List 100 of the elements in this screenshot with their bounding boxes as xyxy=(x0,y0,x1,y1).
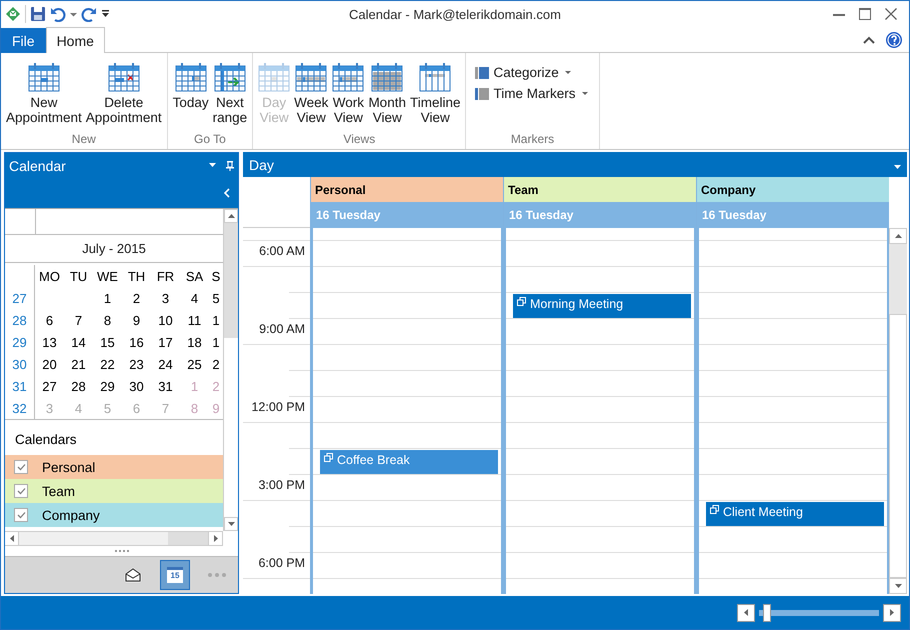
checkbox[interactable] xyxy=(14,508,28,522)
dropdown-icon[interactable] xyxy=(209,163,216,168)
checkbox[interactable] xyxy=(14,460,28,474)
calendar-day[interactable]: 16 xyxy=(122,334,151,350)
scrollbar[interactable] xyxy=(5,531,223,546)
calendar-day[interactable]: 24 xyxy=(151,356,180,372)
weekday-label: MO xyxy=(38,268,61,284)
calendar-day[interactable]: 31 xyxy=(151,378,180,394)
group-label: Markers xyxy=(510,132,556,148)
resource-header: Team xyxy=(504,177,696,202)
ribbon-button[interactable]: Next range xyxy=(210,61,250,132)
time-label: 3:00 PM xyxy=(258,477,306,494)
calendar-name: Team xyxy=(42,484,76,498)
scroll-right-icon xyxy=(214,535,218,542)
panel-title: Calendar xyxy=(9,158,66,174)
ribbon-button[interactable]: Timeline View xyxy=(408,61,462,132)
calendar-day[interactable]: 18 xyxy=(180,334,209,350)
slider-thumb[interactable] xyxy=(762,604,771,622)
calendar-row[interactable]: Company xyxy=(5,503,223,527)
ribbon-tab[interactable]: Home xyxy=(46,27,105,53)
ribbon-button[interactable]: New Appointment xyxy=(4,61,84,132)
resource-header: Company xyxy=(697,177,889,202)
scroll-thumb[interactable] xyxy=(224,223,238,338)
calendar-day[interactable]: 2 xyxy=(122,290,151,306)
scrollbar[interactable] xyxy=(889,228,907,594)
calendar-day[interactable]: 6 xyxy=(35,312,64,328)
ribbon-button[interactable]: Delete Appointment xyxy=(84,61,164,132)
calendar-day[interactable]: 8 xyxy=(93,312,122,328)
save-icon[interactable] xyxy=(30,6,46,22)
maximize-icon[interactable] xyxy=(859,8,871,20)
close-icon[interactable] xyxy=(885,8,897,20)
undo-icon[interactable] xyxy=(50,6,66,22)
nav-button[interactable]: 15 xyxy=(160,560,190,590)
checkbox[interactable] xyxy=(14,484,28,498)
dropdown-button[interactable]: Time Markers xyxy=(475,86,588,101)
weekday-label: FR xyxy=(156,268,176,284)
marker-icon xyxy=(475,66,490,80)
file-tab[interactable]: File xyxy=(1,28,46,53)
mail-icon xyxy=(125,568,141,582)
pin-icon[interactable] xyxy=(226,160,234,170)
calendar-day[interactable]: 14 xyxy=(64,334,93,350)
calendar-day[interactable]: 11 xyxy=(180,312,209,328)
calendar-day[interactable]: 17 xyxy=(151,334,180,350)
scroll-left-icon xyxy=(744,609,748,616)
dropdown-button[interactable]: Categorize xyxy=(475,65,588,80)
group-label: Go To xyxy=(192,132,227,148)
check-icon xyxy=(16,511,26,519)
check-icon xyxy=(16,487,26,495)
scroll-down-icon xyxy=(228,522,234,526)
week-number: 28 xyxy=(12,312,27,328)
calendar-day[interactable]: 4 xyxy=(180,290,209,306)
help-icon[interactable] xyxy=(885,30,903,48)
ribbon-button[interactable]: Today xyxy=(170,61,211,132)
week-number: 29 xyxy=(12,334,27,350)
calendar-row[interactable]: Team xyxy=(5,479,223,503)
dropdown-icon[interactable] xyxy=(894,164,901,170)
weekday-label: TH xyxy=(126,268,146,284)
calendar-day[interactable]: 1 xyxy=(209,334,223,350)
calendar-day[interactable]: 30 xyxy=(122,378,151,394)
calendar-day[interactable]: 28 xyxy=(64,378,93,394)
calendar-day[interactable]: 2 xyxy=(209,356,223,372)
app-icon[interactable] xyxy=(5,6,21,22)
calendar-day[interactable]: 21 xyxy=(64,356,93,372)
calendar-day[interactable]: 22 xyxy=(93,356,122,372)
calendar-day[interactable]: 29 xyxy=(93,378,122,394)
scrollbar[interactable] xyxy=(223,209,238,531)
group-label: Views xyxy=(342,132,376,148)
ribbon-button[interactable]: Month View xyxy=(366,61,408,132)
scroll-thumb[interactable] xyxy=(168,532,208,545)
calendar-day[interactable]: 9 xyxy=(122,312,151,328)
week-number: 32 xyxy=(12,400,27,416)
zoom-in-button[interactable] xyxy=(883,604,901,622)
collapse-icon[interactable] xyxy=(863,36,875,44)
calendar-day[interactable]: 5 xyxy=(209,290,223,306)
group-label: New xyxy=(70,132,97,148)
recurrence-icon xyxy=(517,297,526,306)
calendar-icon xyxy=(174,61,207,93)
zoom-out-button[interactable] xyxy=(737,604,755,622)
ribbon-button[interactable]: Week View xyxy=(292,61,330,132)
calendar-day[interactable]: 13 xyxy=(35,334,64,350)
redo-icon[interactable] xyxy=(81,6,97,22)
calendar-day[interactable]: 1 xyxy=(93,290,122,306)
calendar-day[interactable]: 20 xyxy=(35,356,64,372)
calendar-icon xyxy=(258,61,290,93)
month-title[interactable]: July - 2015 xyxy=(82,241,146,256)
calendar-day[interactable]: 1 xyxy=(209,312,223,328)
calendar-day[interactable]: 25 xyxy=(180,356,209,372)
calendar-row[interactable]: Personal xyxy=(5,455,223,479)
calendar-icon xyxy=(371,61,404,93)
time-label: 6:00 AM xyxy=(259,243,306,260)
calendar-day[interactable]: 15 xyxy=(93,334,122,350)
calendar-day[interactable]: 27 xyxy=(35,378,64,394)
calendar-day[interactable]: 10 xyxy=(151,312,180,328)
calendar-day[interactable]: 3 xyxy=(151,290,180,306)
ribbon-button[interactable]: Work View xyxy=(330,61,366,132)
calendar-day[interactable]: 23 xyxy=(122,356,151,372)
weekday-label: SA xyxy=(184,268,204,284)
time-label: 9:00 AM xyxy=(259,321,306,338)
calendar-day[interactable]: 7 xyxy=(64,312,93,328)
date-header: 16 Tuesday xyxy=(697,202,889,228)
